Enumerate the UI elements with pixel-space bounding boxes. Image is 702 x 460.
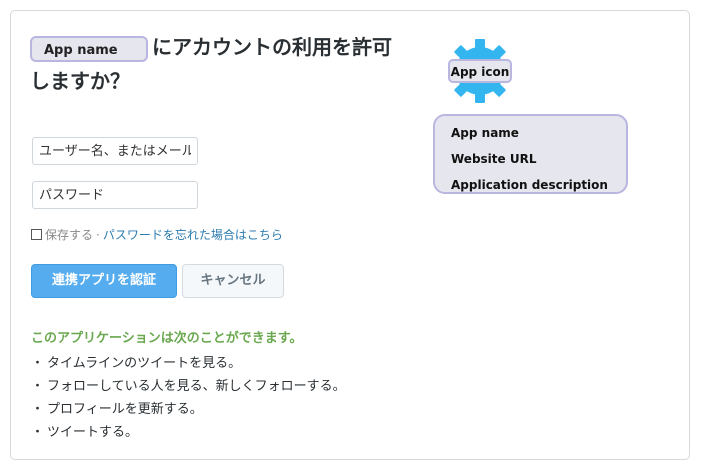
permission-text: フォローしている人を見る、新しくフォローする。: [47, 379, 346, 394]
app-icon: App icon: [447, 38, 513, 104]
app-info-name: App name: [451, 126, 519, 140]
bullet: ・: [31, 402, 45, 417]
password-input[interactable]: [32, 181, 198, 209]
authorize-app-button[interactable]: 連携アプリを認証: [31, 264, 177, 298]
app-name-placeholder: App name: [30, 35, 148, 62]
remember-row: 保存する · パスワードを忘れた場合はこちら: [31, 226, 283, 243]
separator: ·: [96, 227, 100, 242]
list-item: ・フォローしている人を見る、新しくフォローする。: [31, 375, 346, 398]
page-title: App name にアカウントの利用を許可しますか？: [30, 30, 410, 98]
forgot-password-link[interactable]: パスワードを忘れた場合はこちら: [103, 226, 283, 243]
permission-text: ツイートする。: [47, 425, 139, 440]
bullet: ・: [31, 379, 45, 394]
username-input[interactable]: [32, 137, 198, 165]
list-item: ・ツイートする。: [31, 421, 346, 444]
app-icon-placeholder: App icon: [448, 59, 512, 83]
permission-text: プロフィールを更新する。: [47, 402, 203, 417]
bullet: ・: [31, 356, 45, 371]
remember-label[interactable]: 保存する: [45, 226, 93, 243]
bullet: ・: [31, 425, 45, 440]
list-item: ・プロフィールを更新する。: [31, 398, 346, 421]
list-item: ・タイムラインのツイートを見る。: [31, 352, 346, 375]
app-info-website: Website URL: [451, 152, 537, 166]
permission-text: タイムラインのツイートを見る。: [47, 356, 242, 371]
permissions-title: このアプリケーションは次のことができます。: [31, 331, 303, 346]
app-info-panel: App name Website URL Application descrip…: [433, 114, 628, 194]
app-info-description: Application description: [451, 178, 608, 192]
permissions-list: ・タイムラインのツイートを見る。 ・フォローしている人を見る、新しくフォローする…: [31, 352, 346, 444]
cancel-button[interactable]: キャンセル: [182, 264, 284, 298]
remember-checkbox[interactable]: [31, 229, 42, 240]
